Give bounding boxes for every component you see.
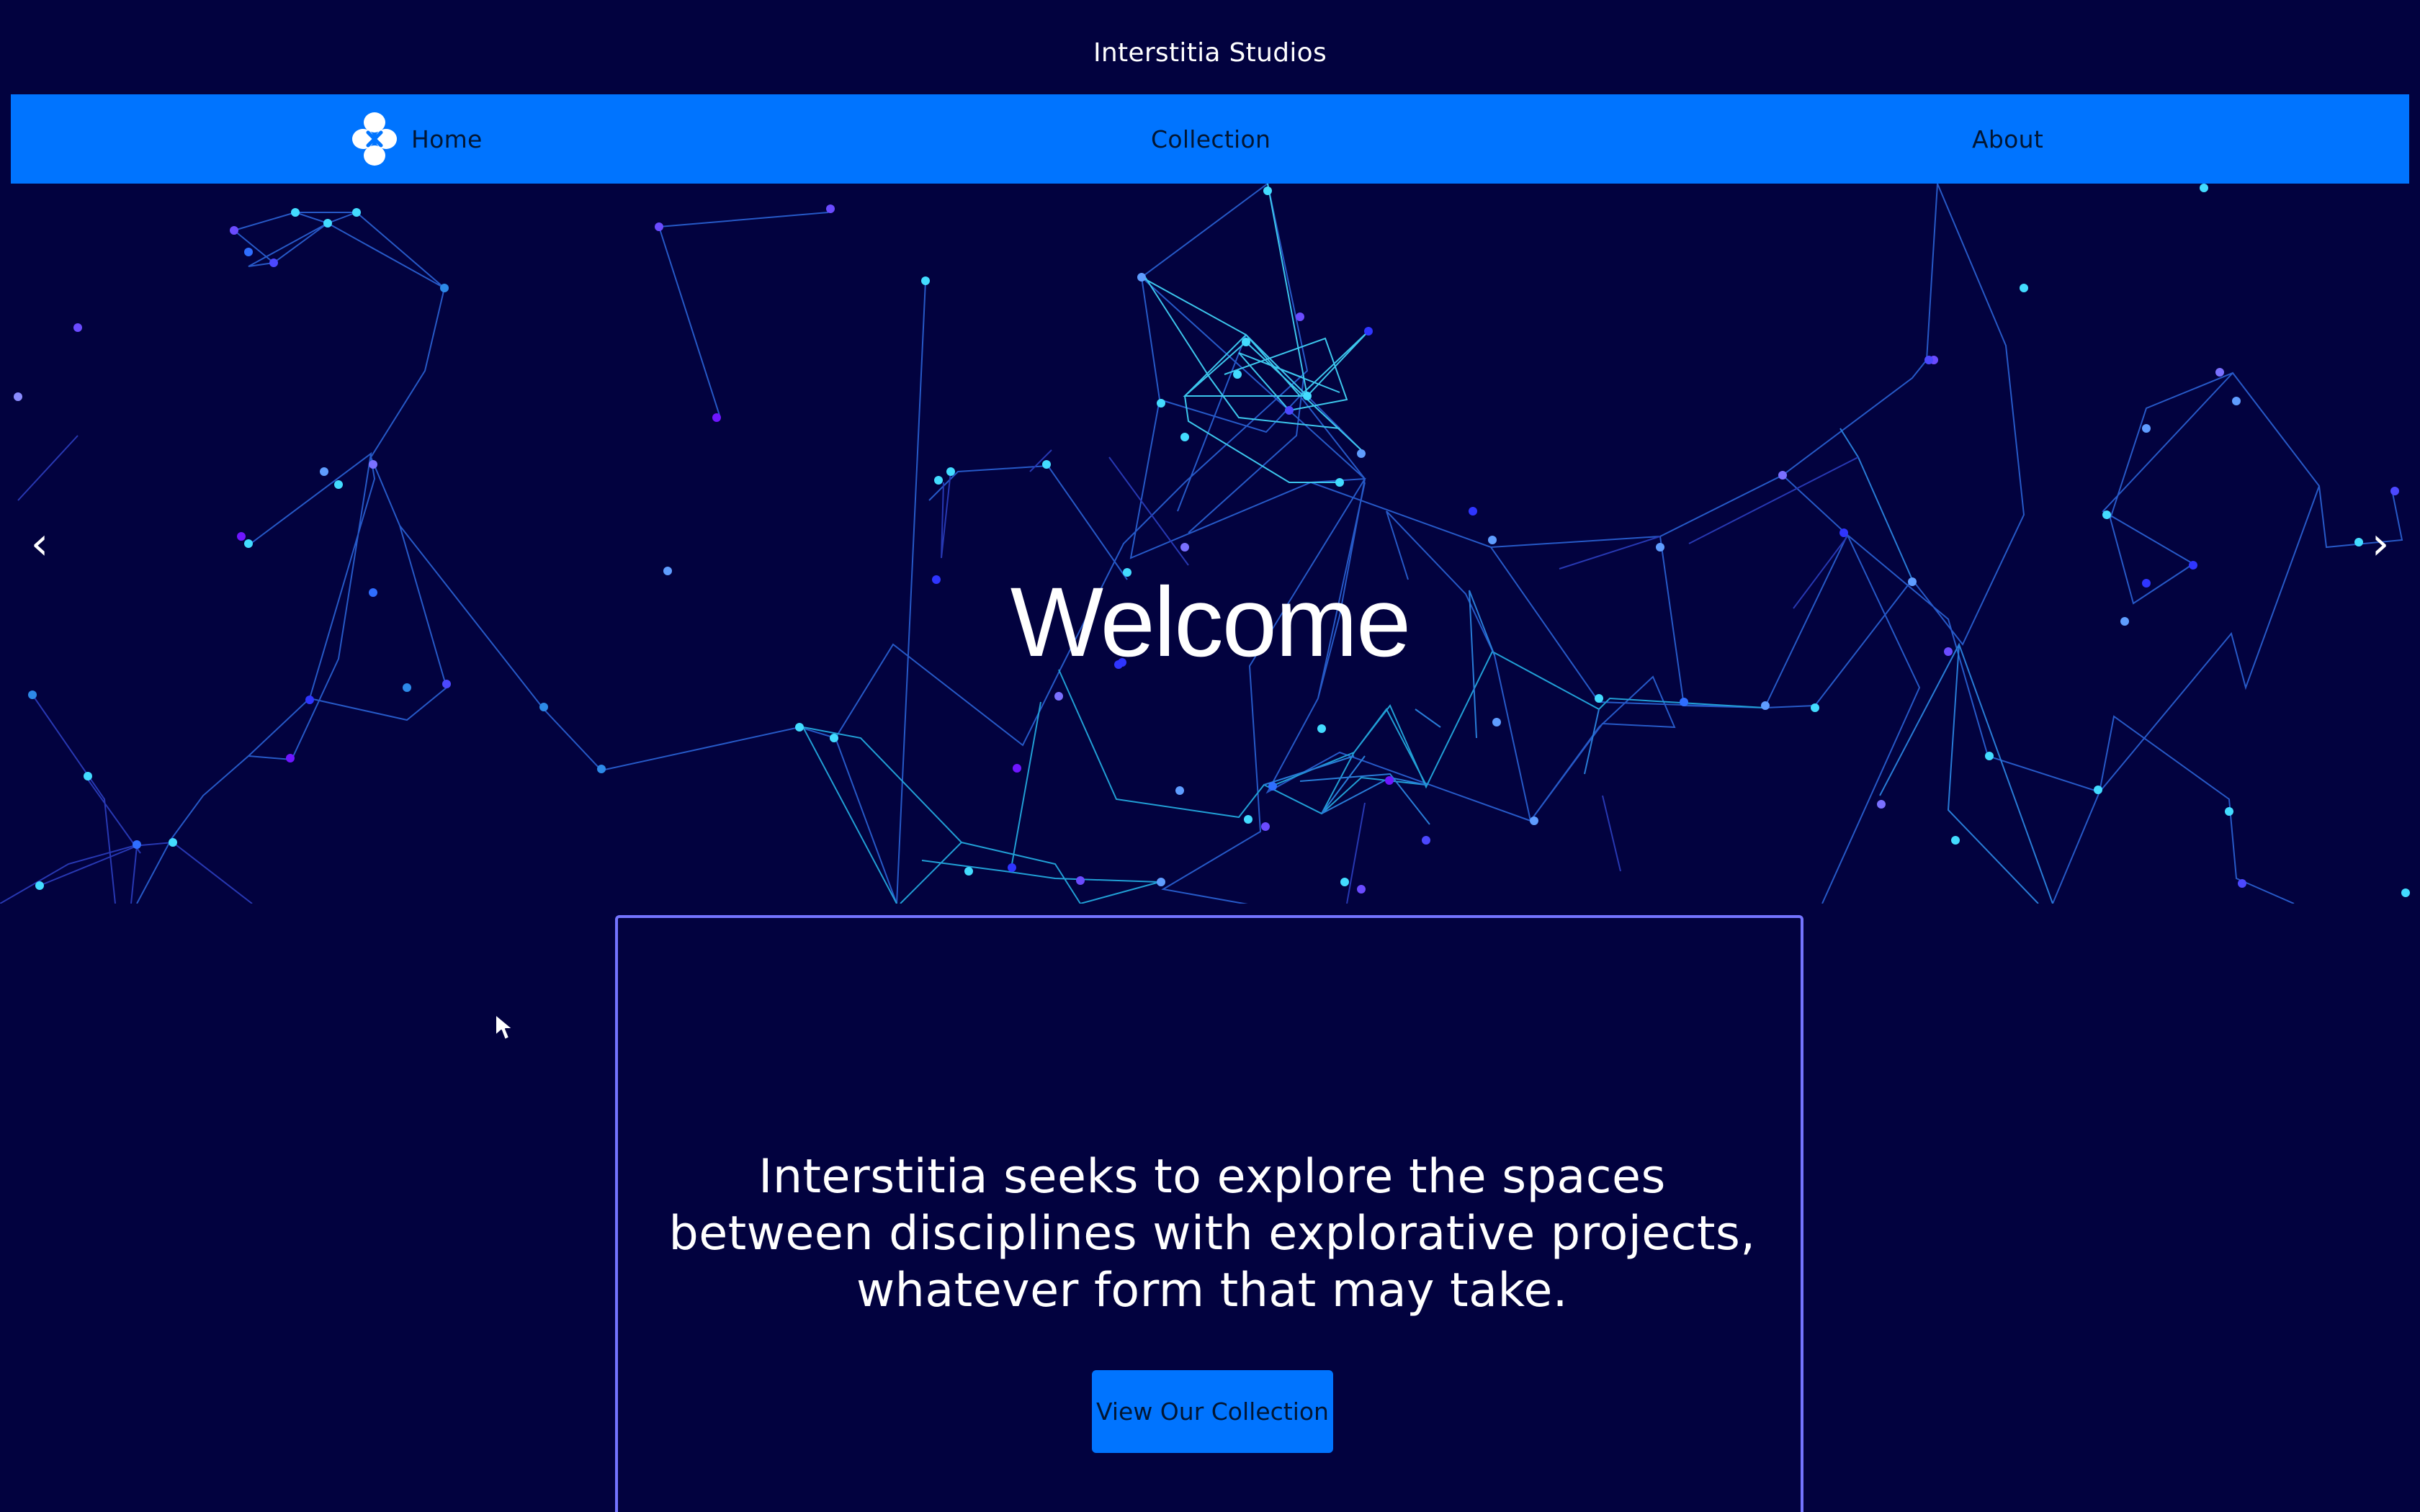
page: Interstitia Studios Home Collection Abou… [0, 0, 2420, 1512]
nav-collection-label: Collection [1151, 125, 1271, 153]
intro-text: Interstitia seeks to explore the spaces … [668, 1150, 1756, 1318]
nav-home-label: Home [411, 125, 483, 153]
network-nodes [14, 184, 2410, 897]
site-title: Interstitia Studios [1093, 38, 1327, 68]
mouse-pointer-icon [495, 1014, 514, 1040]
network-lines [0, 184, 2403, 904]
network-background [0, 184, 2410, 904]
view-collection-button[interactable]: View Our Collection [1092, 1370, 1333, 1453]
nav-collection[interactable]: Collection [1151, 94, 1270, 184]
carousel-next-button[interactable]: › [2362, 518, 2398, 569]
nav-home[interactable]: Home [352, 94, 483, 184]
nav-about[interactable]: About [1972, 94, 2043, 184]
intro-card: Interstitia seeks to explore the spaces … [615, 915, 1803, 1512]
hero-carousel: Welcome ‹ › [0, 184, 2420, 904]
hero-title: Welcome [1010, 567, 1411, 678]
clover-logo-icon [352, 112, 397, 166]
main-navigation: Home Collection About [11, 94, 2409, 184]
carousel-prev-button[interactable]: ‹ [22, 518, 58, 569]
nav-about-label: About [1972, 125, 2044, 153]
